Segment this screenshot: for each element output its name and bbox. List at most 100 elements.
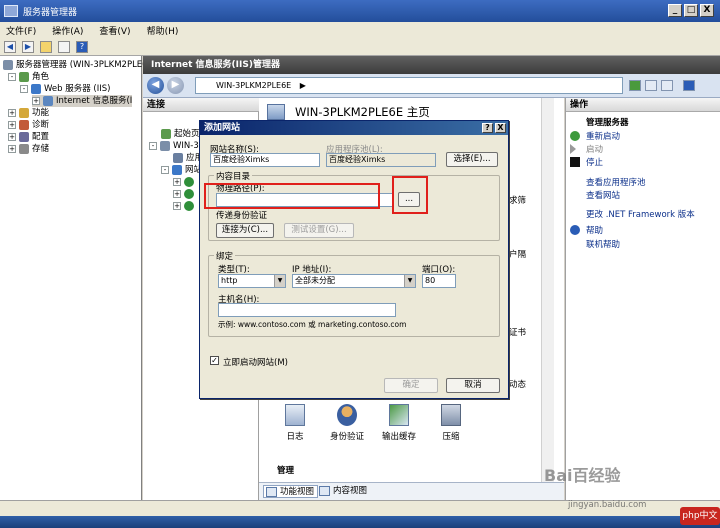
expand-icon[interactable]: + — [173, 202, 181, 210]
start-icon — [570, 144, 576, 154]
tree-storage[interactable]: + 存储 — [8, 143, 49, 155]
address-bar[interactable]: WIN-3PLKM2PLE6E ▶ — [195, 77, 623, 94]
select-app-pool-button[interactable]: 选择(E)... — [446, 152, 498, 167]
menu-file[interactable]: 文件(F) — [6, 24, 36, 37]
conn-start-page[interactable]: 起始页 — [161, 128, 200, 140]
tree-web-server[interactable]: - Web 服务器 (IIS) — [20, 83, 110, 95]
server-icon — [3, 60, 13, 70]
content-view-icon — [319, 486, 330, 496]
tree-iis-manager[interactable]: + Internet 信息服务(I — [32, 95, 133, 107]
pass-auth-label: 传递身份验证 — [216, 211, 268, 221]
conn-site-3[interactable]: + — [173, 200, 197, 212]
ok-button[interactable]: 确定 — [384, 378, 438, 393]
server-manager-tree: 服务器管理器 (WIN-3PLKM2PLE6 - 角色 - Web 服务器 (I… — [0, 56, 148, 500]
tree-roles[interactable]: - 角色 — [8, 71, 49, 83]
dialog-help-button[interactable]: ? — [482, 123, 493, 133]
menu-help[interactable]: 帮助(H) — [147, 24, 179, 37]
action-help[interactable]: 帮助 — [586, 224, 603, 236]
features-view-icon — [266, 487, 277, 497]
collapse-icon[interactable]: - — [149, 142, 157, 150]
feature-label-dynamic[interactable]: 动态 — [509, 378, 526, 390]
action-view-app-pools[interactable]: 查看应用程序池 — [586, 176, 646, 188]
expand-icon[interactable]: + — [8, 121, 16, 129]
feature-output-caching[interactable]: 输出缓存 — [371, 404, 427, 442]
globe-icon — [184, 201, 194, 211]
feature-compression[interactable]: 压缩 — [423, 404, 479, 442]
dialog-close-button[interactable]: X — [495, 123, 506, 133]
expand-icon[interactable]: + — [8, 145, 16, 153]
help-circle-icon[interactable] — [683, 80, 695, 91]
start-immediately-checkbox[interactable]: ✓ — [210, 356, 219, 365]
feature-logging[interactable]: 日志 — [267, 404, 323, 442]
conn-server[interactable]: - WIN-3P — [149, 140, 204, 152]
tab-features-view[interactable]: 功能视图 — [263, 485, 319, 498]
tree-diagnostics[interactable]: + 诊断 — [8, 119, 49, 131]
section-management: 管理 — [277, 466, 295, 476]
action-online-help[interactable]: 联机帮助 — [586, 238, 620, 250]
action-change-net[interactable]: 更改 .NET Framework 版本 — [586, 208, 695, 220]
actions-group-manage-server: 管理服务器 — [586, 118, 629, 128]
add-website-dialog: 添加网站 ? X 网站名称(S): 应用程序池(L): 百度经验Ximks 百度… — [199, 120, 509, 399]
config-icon — [19, 132, 29, 142]
feature-authentication[interactable]: 身份验证 — [319, 404, 375, 442]
action-restart[interactable]: 重新启动 — [586, 130, 620, 142]
iis-manager-header: Internet 信息服务(IIS)管理器 — [143, 56, 720, 74]
forward-icon[interactable]: ▶ — [22, 40, 34, 53]
host-name-input[interactable] — [218, 303, 396, 317]
help-icon[interactable]: ? — [76, 40, 88, 53]
vertical-scrollbar[interactable] — [541, 98, 554, 482]
menu-action[interactable]: 操作(A) — [52, 24, 83, 37]
tab-content-view[interactable]: 内容视图 — [317, 485, 370, 498]
menu-view[interactable]: 查看(V) — [99, 24, 130, 37]
action-stop[interactable]: 停止 — [586, 156, 603, 168]
action-start[interactable]: 启动 — [586, 143, 603, 155]
collapse-icon[interactable]: - — [161, 166, 169, 174]
conn-site-1[interactable]: + — [173, 176, 197, 188]
type-select[interactable]: http ▼ — [218, 274, 286, 288]
refresh-icon[interactable] — [629, 80, 641, 91]
show-tree-icon[interactable] — [58, 40, 70, 53]
maximize-button[interactable]: □ — [684, 4, 698, 17]
conn-site-2[interactable]: + — [173, 188, 197, 200]
tree-features[interactable]: + 功能 — [8, 107, 49, 119]
watermark-logo: Bai百经验 — [544, 466, 621, 485]
minimize-button[interactable]: _ — [668, 4, 682, 17]
port-input[interactable]: 80 — [422, 274, 456, 288]
home-icon[interactable] — [661, 80, 673, 91]
globe-icon — [184, 177, 194, 187]
ip-address-select[interactable]: 全部未分配 ▼ — [292, 274, 416, 288]
feature-label-certificates[interactable]: 证书 — [509, 326, 526, 338]
expand-icon[interactable]: + — [8, 109, 16, 117]
action-view-sites[interactable]: 查看网站 — [586, 189, 620, 201]
server-manager-window: 服务器管理器 _ □ X 文件(F) 操作(A) 查看(V) 帮助(H) ◀ ▶… — [0, 0, 720, 528]
feature-label-request-filter[interactable]: 求筛 — [509, 194, 526, 206]
tree-root[interactable]: 服务器管理器 (WIN-3PLKM2PLE6 — [3, 59, 148, 71]
expand-icon[interactable]: + — [173, 178, 181, 186]
expand-icon[interactable]: + — [32, 97, 40, 105]
conn-sites[interactable]: - 网站 — [161, 164, 202, 176]
close-button[interactable]: X — [700, 4, 714, 17]
connect-as-button[interactable]: 连接为(C)... — [216, 223, 274, 238]
collapse-icon[interactable]: - — [20, 85, 28, 93]
logging-icon — [285, 404, 305, 426]
sites-icon — [172, 165, 182, 175]
feature-label-isolation[interactable]: 户隔 — [509, 248, 526, 260]
server-home-icon — [267, 104, 285, 120]
tree-config[interactable]: + 配置 — [8, 131, 49, 143]
globe-icon — [184, 189, 194, 199]
view-tabs: 功能视图 内容视图 — [259, 482, 564, 500]
back-icon[interactable]: ◀ — [4, 40, 16, 53]
chevron-down-icon: ▼ — [274, 275, 285, 287]
nav-forward-button[interactable]: ▶ — [167, 77, 184, 94]
stop-icon[interactable] — [645, 80, 657, 91]
actions-title: 操作 — [566, 98, 720, 112]
collapse-icon[interactable]: - — [8, 73, 16, 81]
cancel-button[interactable]: 取消 — [446, 378, 500, 393]
nav-back-button[interactable]: ◀ — [147, 77, 164, 94]
expand-icon[interactable]: + — [173, 190, 181, 198]
web-server-icon — [31, 84, 41, 94]
site-name-input[interactable]: 百度经验Ximks — [210, 153, 320, 167]
watermark-url: jingyan.baidu.com — [568, 500, 647, 510]
expand-icon[interactable]: + — [8, 133, 16, 141]
up-folder-icon[interactable] — [40, 40, 52, 53]
